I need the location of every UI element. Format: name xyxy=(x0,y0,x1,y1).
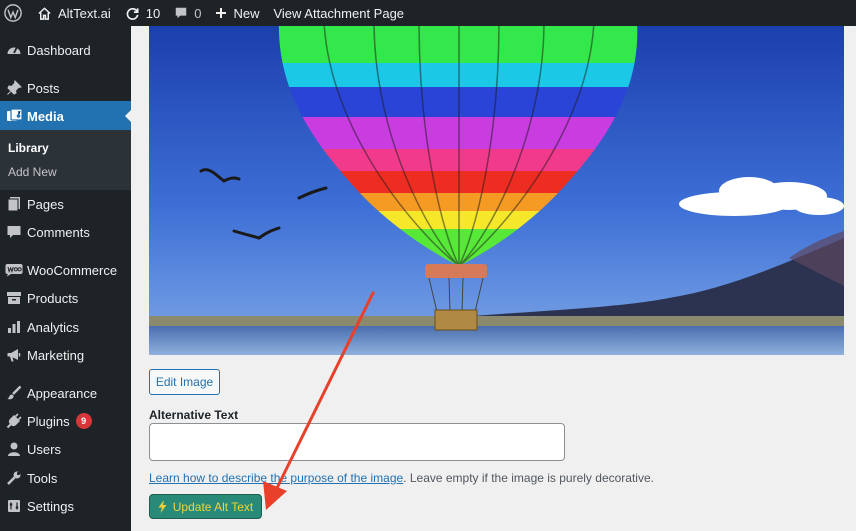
sidebar-item-appearance[interactable]: Appearance xyxy=(0,379,131,407)
user-icon xyxy=(4,439,24,459)
site-name-link[interactable]: AltText.ai xyxy=(30,0,118,26)
sidebar-item-label: Comments xyxy=(27,224,90,240)
sidebar-item-plugins[interactable]: Plugins 9 xyxy=(0,407,131,435)
sidebar-item-comments[interactable]: Comments xyxy=(0,218,131,246)
sidebar-item-label: Tools xyxy=(27,470,58,486)
sidebar-item-analytics[interactable]: Analytics xyxy=(0,313,131,341)
alt-text-help-suffix: . Leave empty if the image is purely dec… xyxy=(403,471,654,485)
sidebar-item-products[interactable]: Products xyxy=(0,284,131,312)
updates-count: 10 xyxy=(145,5,161,21)
sidebar-item-marketing[interactable]: Marketing xyxy=(0,341,131,369)
sidebar-item-settings[interactable]: Settings xyxy=(0,492,131,520)
lightning-bolt-icon xyxy=(158,500,167,513)
media-submenu: Library Add New xyxy=(0,130,131,190)
new-content-link[interactable]: New xyxy=(208,0,266,26)
new-label: New xyxy=(233,5,260,21)
archive-icon xyxy=(4,288,24,308)
submenu-item-add-new[interactable]: Add New xyxy=(8,165,57,179)
refresh-icon xyxy=(126,7,139,20)
comment-icon xyxy=(175,7,187,19)
media-icon xyxy=(4,106,24,126)
dashboard-icon xyxy=(4,40,24,60)
plug-icon xyxy=(4,411,24,431)
submenu-item-library[interactable]: Library xyxy=(8,141,49,155)
view-attachment-label: View Attachment Page xyxy=(273,5,405,21)
woo-icon xyxy=(4,260,24,280)
wordpress-icon xyxy=(4,4,22,22)
comment-icon xyxy=(4,222,24,242)
sidebar-item-media[interactable]: Media xyxy=(0,101,132,131)
megaphone-icon xyxy=(4,345,24,365)
view-attachment-link[interactable]: View Attachment Page xyxy=(266,0,411,26)
bar-chart-icon xyxy=(4,317,24,337)
pin-icon xyxy=(4,78,24,98)
wordpress-logo-button[interactable] xyxy=(0,0,30,26)
wrench-icon xyxy=(4,468,24,488)
sidebar-item-label: WooCommerce xyxy=(27,262,118,278)
update-alt-text-button[interactable]: Update Alt Text xyxy=(149,494,262,519)
settings-icon xyxy=(4,496,24,516)
alt-text-help-link[interactable]: Learn how to describe the purpose of the… xyxy=(149,471,403,485)
admin-sidebar: Dashboard Posts Media Library Add New Pa… xyxy=(0,26,132,531)
plugin-update-badge: 9 xyxy=(75,413,92,429)
sidebar-item-label: Media xyxy=(27,108,64,124)
pages-icon xyxy=(4,194,24,214)
sidebar-item-users[interactable]: Users xyxy=(0,435,131,463)
alt-text-label: Alternative Text xyxy=(149,408,239,422)
sidebar-item-posts[interactable]: Posts xyxy=(0,74,131,102)
sidebar-item-dashboard[interactable]: Dashboard xyxy=(0,36,131,64)
sidebar-item-label: Dashboard xyxy=(27,42,91,58)
plus-icon xyxy=(216,8,227,18)
comments-count: 0 xyxy=(194,5,202,21)
sidebar-item-label: Analytics xyxy=(27,319,80,335)
sidebar-item-label: Products xyxy=(27,290,79,306)
edit-image-button[interactable]: Edit Image xyxy=(149,369,220,395)
sidebar-item-label: Marketing xyxy=(27,347,85,363)
sidebar-item-pages[interactable]: Pages xyxy=(0,190,131,218)
attachment-image xyxy=(149,26,844,355)
sidebar-item-label: Appearance xyxy=(27,385,98,401)
sidebar-item-label: Settings xyxy=(27,498,74,514)
admin-bar: AltText.ai 10 0 New View Attachment Page xyxy=(0,0,856,26)
site-name-label: AltText.ai xyxy=(58,5,111,21)
sidebar-item-tools[interactable]: Tools xyxy=(0,464,131,492)
sidebar-item-label: Plugins xyxy=(27,413,70,429)
alt-text-input[interactable] xyxy=(149,423,565,461)
sidebar-item-woocommerce[interactable]: WooCommerce xyxy=(0,256,131,284)
update-alt-text-label: Update Alt Text xyxy=(172,499,254,514)
paintbrush-icon xyxy=(4,383,24,403)
alt-text-help: Learn how to describe the purpose of the… xyxy=(149,471,654,485)
sidebar-item-label: Pages xyxy=(27,196,64,212)
sidebar-item-label: Posts xyxy=(27,80,60,96)
updates-link[interactable]: 10 xyxy=(118,0,167,26)
home-icon xyxy=(38,6,51,20)
comments-link[interactable]: 0 xyxy=(167,0,208,26)
sidebar-item-label: Users xyxy=(27,441,61,457)
